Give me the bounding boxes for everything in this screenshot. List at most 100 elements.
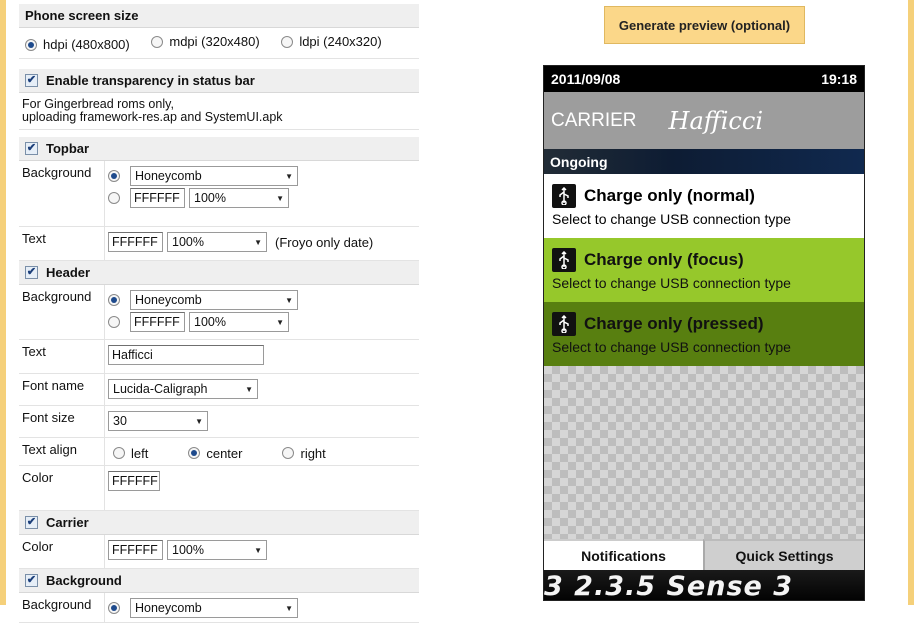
- topbar-text-opacity-select[interactable]: 100% ▼: [167, 232, 267, 252]
- dropdown-arrow-icon: ▼: [276, 317, 284, 327]
- radio-icon[interactable]: [108, 316, 120, 328]
- transparency-checkbox[interactable]: ✔: [25, 74, 38, 87]
- tab-quick-settings[interactable]: Quick Settings: [703, 539, 864, 570]
- align-left-option[interactable]: left: [113, 446, 148, 461]
- section-transparency: ✔ Enable transparency in status bar: [19, 69, 419, 93]
- status-bar: 2011/09/08 19:18: [544, 66, 864, 92]
- radio-icon[interactable]: [113, 447, 125, 459]
- header-preset-select[interactable]: Honeycomb ▼: [130, 290, 298, 310]
- froyo-note: (Froyo only date): [275, 234, 374, 250]
- usb-icon: [552, 248, 576, 272]
- carrier-color-input[interactable]: FFFFFF: [108, 540, 163, 560]
- topbar-background-row: Background Honeycomb ▼ FFFFFF 100% ▼: [19, 161, 419, 227]
- field-label: Font name: [19, 374, 105, 405]
- section-title: Enable transparency in status bar: [46, 72, 255, 88]
- dropdown-arrow-icon: ▼: [254, 545, 262, 555]
- field-label: Text: [19, 340, 105, 373]
- font-size-select[interactable]: 30 ▼: [108, 411, 208, 431]
- carrier-color-row: Color FFFFFF 100% ▼: [19, 535, 419, 569]
- field-label: Color: [19, 466, 105, 510]
- transparency-note: For Gingerbread roms only, uploading fra…: [19, 93, 419, 130]
- header-background-row: Background Honeycomb ▼ FFFFFF 100% ▼: [19, 285, 419, 340]
- carrier-opacity-select[interactable]: 100% ▼: [167, 540, 267, 560]
- field-label: Font size: [19, 406, 105, 437]
- radio-icon[interactable]: [281, 35, 294, 48]
- screen-size-row: hdpi (480x800) mdpi (320x480) ldpi (240x…: [19, 28, 419, 59]
- dropdown-arrow-icon: ▼: [285, 171, 293, 181]
- notification-title: Charge only (normal): [584, 186, 755, 205]
- header-text-align-row: Text align left center right: [19, 438, 419, 466]
- topbar-checkbox[interactable]: ✔: [25, 142, 38, 155]
- radio-icon[interactable]: [188, 447, 201, 459]
- notification-pressed[interactable]: Charge only (pressed) Select to change U…: [544, 302, 864, 366]
- header-text: Hafficci: [668, 106, 763, 135]
- field-label: Text align: [19, 438, 105, 465]
- topbar-text-color-input[interactable]: FFFFFF: [108, 232, 163, 252]
- background-preset-select[interactable]: Honeycomb ▼: [130, 598, 298, 618]
- radio-icon[interactable]: [282, 447, 295, 459]
- dropdown-arrow-icon: ▼: [195, 416, 203, 426]
- preview-tabs: Notifications Quick Settings: [544, 539, 864, 570]
- topbar-color-input[interactable]: FFFFFF: [130, 188, 185, 208]
- section-carrier: ✔ Carrier: [19, 511, 419, 535]
- notification-focus[interactable]: Charge only (focus) Select to change USB…: [544, 238, 864, 302]
- font-name-select[interactable]: Lucida-Caligraph ▼: [108, 379, 258, 399]
- notification-normal[interactable]: Charge only (normal) Select to change US…: [544, 174, 864, 238]
- dropdown-arrow-icon: ▼: [276, 193, 284, 203]
- section-title: Carrier: [46, 514, 89, 530]
- header-color-input[interactable]: FFFFFF: [130, 312, 185, 332]
- usb-icon: [552, 312, 576, 336]
- section-topbar: ✔ Topbar: [19, 137, 419, 161]
- dropdown-arrow-icon: ▼: [254, 237, 262, 247]
- notification-subtitle: Select to change USB connection type: [552, 275, 791, 291]
- align-right-option[interactable]: right: [282, 446, 326, 461]
- screen-size-mdpi[interactable]: mdpi (320x480): [151, 34, 260, 49]
- notification-subtitle: Select to change USB connection type: [552, 339, 791, 355]
- dropdown-arrow-icon: ▼: [285, 295, 293, 305]
- radio-icon[interactable]: [108, 192, 120, 204]
- ongoing-label: Ongoing: [544, 149, 864, 174]
- topbar-text-row: Text FFFFFF 100% ▼ (Froyo only date): [19, 227, 419, 261]
- radio-icon[interactable]: [108, 294, 120, 306]
- header-checkbox[interactable]: ✔: [25, 266, 38, 279]
- field-label: Text: [19, 227, 105, 260]
- radio-icon[interactable]: [108, 602, 120, 614]
- screen-size-hdpi[interactable]: hdpi (480x800): [25, 37, 130, 52]
- background-checkbox[interactable]: ✔: [25, 574, 38, 587]
- radio-icon[interactable]: [108, 170, 120, 182]
- section-title: Phone screen size: [25, 7, 139, 23]
- carrier-header: CARRIER Hafficci: [544, 92, 864, 149]
- header-text-input[interactable]: Hafficci: [108, 345, 264, 365]
- background-row: Background Honeycomb ▼: [19, 593, 419, 623]
- sense-banner: 3 2.3.5 Sense 3: [544, 570, 864, 600]
- section-header: ✔ Header: [19, 261, 419, 285]
- carrier-checkbox[interactable]: ✔: [25, 516, 38, 529]
- phone-preview: 2011/09/08 19:18 CARRIER Hafficci Ongoin…: [543, 65, 865, 601]
- section-title: Background: [46, 572, 122, 588]
- field-label: Color: [19, 535, 105, 568]
- section-title: Header: [46, 264, 91, 280]
- status-date: 2011/09/08: [551, 71, 621, 87]
- page-left-border: [0, 0, 6, 605]
- header-color-row: Color FFFFFF: [19, 466, 419, 511]
- align-center-option[interactable]: center: [188, 446, 242, 461]
- radio-icon[interactable]: [151, 35, 164, 48]
- header-text-color-input[interactable]: FFFFFF: [108, 471, 160, 491]
- theme-settings-form: Phone screen size hdpi (480x800) mdpi (3…: [19, 4, 419, 623]
- notification-subtitle: Select to change USB connection type: [552, 211, 791, 227]
- header-font-name-row: Font name Lucida-Caligraph ▼: [19, 374, 419, 406]
- generate-preview-button[interactable]: Generate preview (optional): [604, 6, 805, 44]
- usb-icon: [552, 184, 576, 208]
- field-label: Background: [19, 593, 105, 622]
- field-label: Background: [19, 161, 105, 226]
- screen-size-ldpi[interactable]: ldpi (240x320): [281, 34, 382, 49]
- topbar-preset-select[interactable]: Honeycomb ▼: [130, 166, 298, 186]
- field-label: Background: [19, 285, 105, 339]
- status-time: 19:18: [821, 71, 857, 87]
- header-opacity-select[interactable]: 100% ▼: [189, 312, 289, 332]
- section-screen-size: Phone screen size: [19, 4, 419, 28]
- header-font-size-row: Font size 30 ▼: [19, 406, 419, 438]
- tab-notifications[interactable]: Notifications: [544, 539, 703, 570]
- radio-icon[interactable]: [25, 38, 37, 51]
- topbar-opacity-select[interactable]: 100% ▼: [189, 188, 289, 208]
